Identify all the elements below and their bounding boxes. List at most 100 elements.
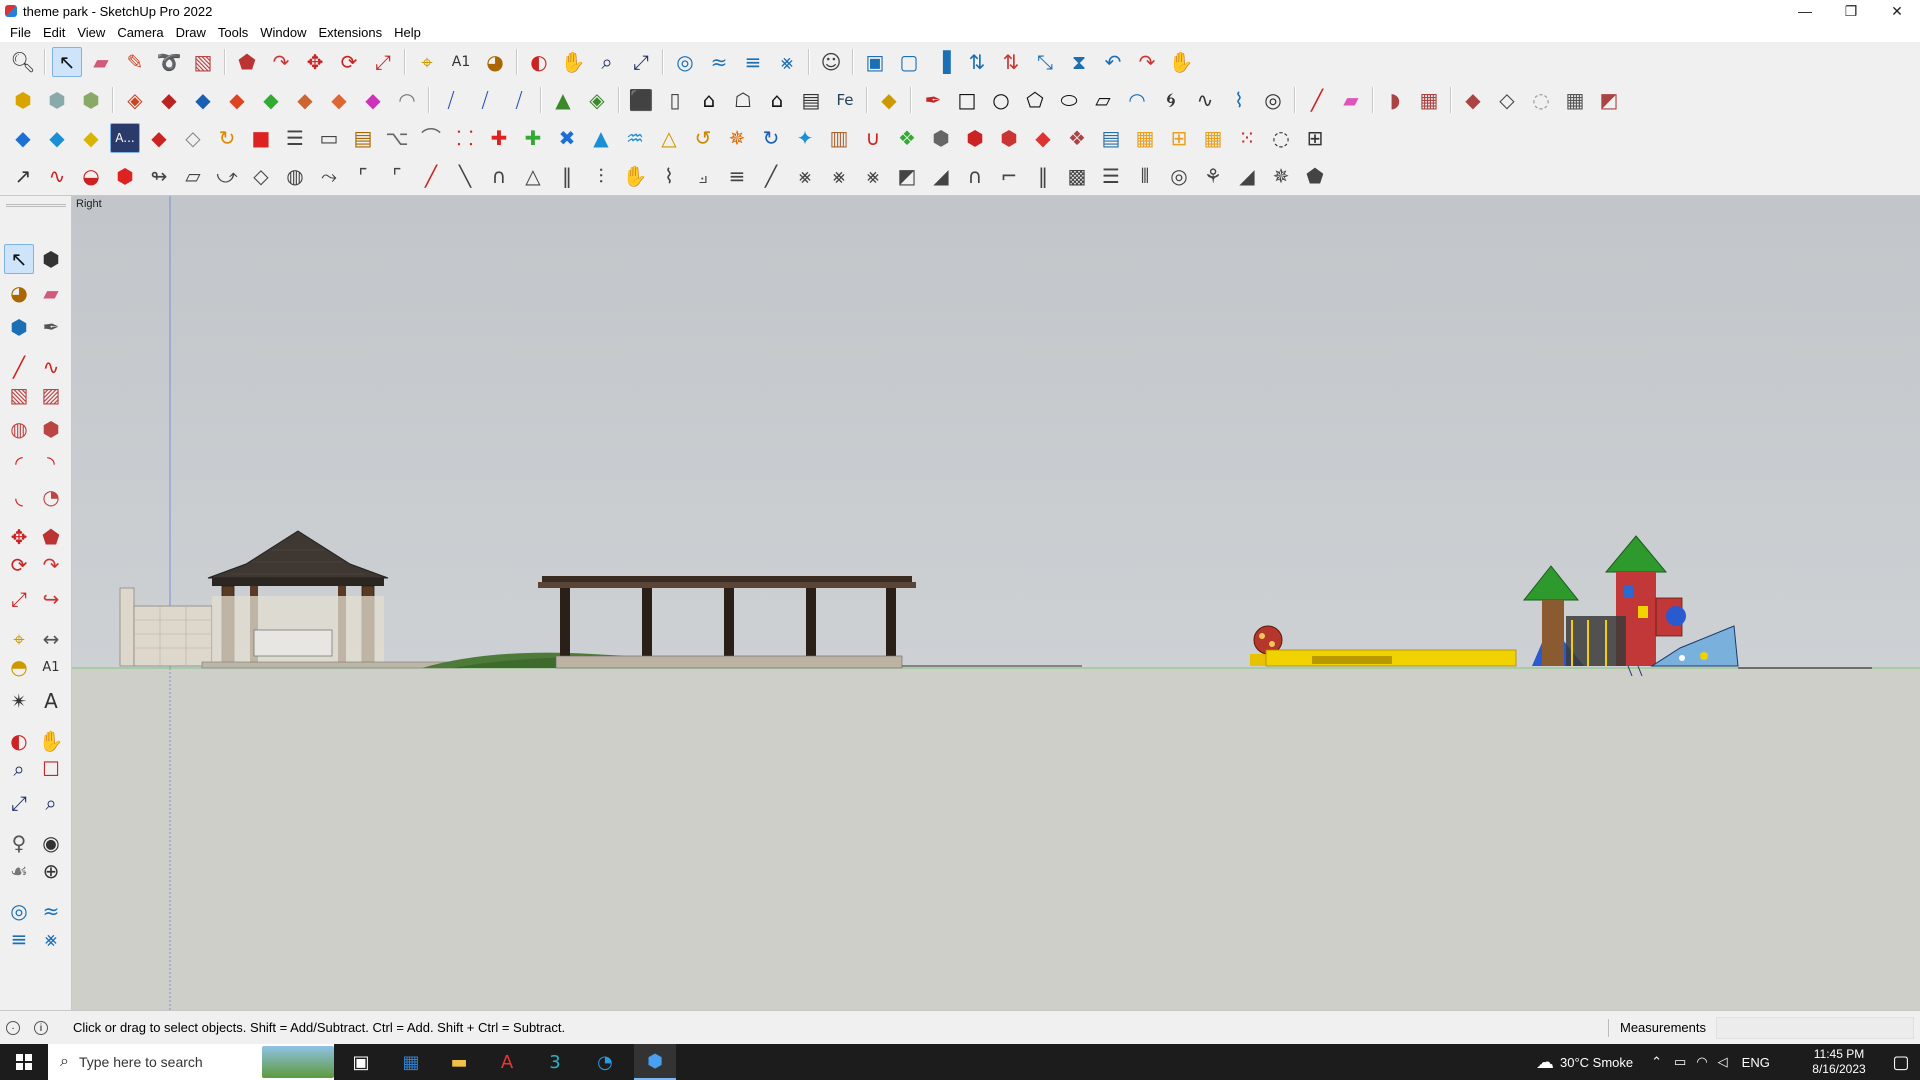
red-shape-icon[interactable]: ◆	[144, 123, 174, 153]
globe-icon[interactable]: ◎	[1164, 161, 1194, 191]
language-indicator[interactable]: ENG	[1742, 1055, 1770, 1070]
dimension-icon[interactable]: ↔	[36, 624, 66, 654]
close-button[interactable]: ✕	[1874, 0, 1920, 22]
advanced-camera-icon[interactable]: A...	[110, 123, 140, 153]
zoom-extents-tool-icon[interactable]: ⤢	[4, 788, 34, 818]
rotate-tool-icon[interactable]: ⟳	[4, 550, 34, 580]
component-icon[interactable]: ⬢	[8, 85, 38, 115]
building-icon[interactable]: ▤	[796, 85, 826, 115]
weather-cloud-icon[interactable]: ☁	[1536, 1052, 1554, 1073]
three-point-arc-icon[interactable]: ◟	[4, 482, 34, 512]
select-tool-icon[interactable]: ↖	[4, 244, 34, 274]
display-icon[interactable]: ▭	[1674, 1054, 1686, 1070]
calculator-app-icon[interactable]: ▦	[390, 1044, 432, 1080]
wood-icon[interactable]: ▤	[348, 123, 378, 153]
ramp-icon[interactable]: ╱	[756, 161, 786, 191]
push-pull-tool-icon[interactable]: ⬟	[36, 522, 66, 552]
paint-bucket-icon[interactable]: ◕	[480, 47, 510, 77]
curved-surface-icon[interactable]: ◗	[1380, 85, 1410, 115]
zoom-window-icon[interactable]: ☐	[36, 754, 66, 784]
spiral-icon[interactable]: 🌀︎	[1156, 85, 1186, 115]
cone-outline-icon[interactable]: △	[518, 161, 548, 191]
cube-group-icon[interactable]: ⬢	[926, 123, 956, 153]
terrain-2-icon[interactable]: ◈	[582, 85, 612, 115]
orbit-tool-icon[interactable]: ◐	[4, 726, 34, 756]
red-cube-2-icon[interactable]: ⬢	[994, 123, 1024, 153]
sandbox-icon[interactable]: ⨳	[772, 47, 802, 77]
outer-shell-icon[interactable]: ◆	[290, 85, 320, 115]
ruby-console-icon[interactable]: ▐	[928, 47, 958, 77]
stair-flight-icon[interactable]: ⨳	[824, 161, 854, 191]
sandbox-panel-icon[interactable]: ≈	[36, 896, 66, 926]
orange-window-icon[interactable]: ⊞	[1164, 123, 1194, 153]
look-around-icon[interactable]: ◉	[36, 828, 66, 858]
car-icon[interactable]: ◒	[76, 161, 106, 191]
follow-me-tool-icon[interactable]: ↷	[36, 550, 66, 580]
paint-bucket-icon[interactable]: ◕	[4, 278, 34, 308]
menu-draw[interactable]: Draw	[170, 25, 212, 40]
tray-overflow-icon[interactable]: ⌃	[1651, 1054, 1662, 1070]
layer-plane-icon[interactable]: ◇	[178, 123, 208, 153]
menu-window[interactable]: Window	[254, 25, 312, 40]
weather-text[interactable]: 30°C Smoke	[1560, 1055, 1633, 1070]
make-component-icon[interactable]: ⬢	[36, 244, 66, 274]
railing-icon[interactable]: ⫶	[586, 161, 616, 191]
menu-camera[interactable]: Camera	[111, 25, 169, 40]
info-icon[interactable]: i	[34, 1021, 48, 1035]
menu-file[interactable]: File	[4, 25, 37, 40]
redo-icon[interactable]: ↷	[1132, 47, 1162, 77]
task-view-icon[interactable]: ▣	[340, 1044, 382, 1080]
square-icon[interactable]: □	[952, 85, 982, 115]
hide-icon[interactable]: ⧗	[1064, 47, 1094, 77]
lines-icon[interactable]: ☰	[1096, 161, 1126, 191]
slice-2-icon[interactable]: ⧸	[470, 85, 500, 115]
extrude-icon[interactable]: ◆	[1458, 85, 1488, 115]
wheel-icon[interactable]: ✵	[722, 123, 752, 153]
stair-line-icon[interactable]: ╲	[450, 161, 480, 191]
menu-extensions[interactable]: Extensions	[313, 25, 389, 40]
red-square-icon[interactable]: ■	[246, 123, 276, 153]
zoom-icon[interactable]: ⌕	[592, 47, 622, 77]
previous-view-icon[interactable]: ⌕	[36, 788, 66, 818]
loft-icon[interactable]: ◇	[1492, 85, 1522, 115]
stairs-icon[interactable]: ⟓	[688, 161, 718, 191]
scale-tool-icon[interactable]: ⤢	[4, 584, 34, 614]
sample-icon[interactable]: ✒	[36, 312, 66, 342]
pipe-icon[interactable]: ⌥	[382, 123, 412, 153]
plus-green-icon[interactable]: ✚	[518, 123, 548, 153]
extension-warehouse-icon[interactable]: ▢	[894, 47, 924, 77]
union-icon[interactable]: ◆	[154, 85, 184, 115]
offset-tool-icon[interactable]: ↪	[36, 584, 66, 614]
tape-measure-icon[interactable]: ⌖	[412, 47, 442, 77]
ellipse-icon[interactable]: ⬭	[1054, 85, 1084, 115]
stair-flight-2-icon[interactable]: ⨳	[858, 161, 888, 191]
hatched-icon[interactable]: ▩	[1062, 161, 1092, 191]
spark-icon[interactable]: ✦	[790, 123, 820, 153]
trim-icon[interactable]: ◆	[222, 85, 252, 115]
select-tool-icon[interactable]: ↖	[52, 47, 82, 77]
fillet-icon[interactable]: ◆	[324, 85, 354, 115]
text-tool-icon[interactable]: A1	[36, 652, 66, 682]
search-icon[interactable]: 🔍︎	[8, 47, 38, 77]
hook-icon[interactable]: ⤳	[314, 161, 344, 191]
magnet-icon[interactable]: ∪	[858, 123, 888, 153]
cycle-icon[interactable]: ↻	[756, 123, 786, 153]
font-icon[interactable]: Fe	[830, 85, 860, 115]
circle-tool-icon[interactable]: ◍	[4, 414, 34, 444]
column-icon[interactable]: ‖	[1028, 161, 1058, 191]
blue-plane-icon[interactable]: ◆	[8, 123, 38, 153]
lattice-icon[interactable]: ❖	[1062, 123, 1092, 153]
protractor-icon[interactable]: ◓	[4, 652, 34, 682]
eraser-icon[interactable]: ▰	[36, 278, 66, 308]
curve-vertex-icon[interactable]: ∿	[42, 161, 72, 191]
solid-tools-icon[interactable]: ⬢	[76, 85, 106, 115]
3d-text-icon[interactable]: A	[36, 686, 66, 716]
mesh-icon[interactable]: ▦	[1414, 85, 1444, 115]
move-icon[interactable]: ✥	[300, 47, 330, 77]
notifications-icon[interactable]: ▢	[1880, 1044, 1920, 1080]
freehand-icon[interactable]: ∿	[36, 352, 66, 382]
sketchup-taskbar-icon[interactable]: ⬢	[634, 1044, 676, 1080]
path-icon[interactable]: ↬	[144, 161, 174, 191]
bars-icon[interactable]: ⫴	[1130, 161, 1160, 191]
tag-tool-icon[interactable]: ⬢	[4, 312, 34, 342]
